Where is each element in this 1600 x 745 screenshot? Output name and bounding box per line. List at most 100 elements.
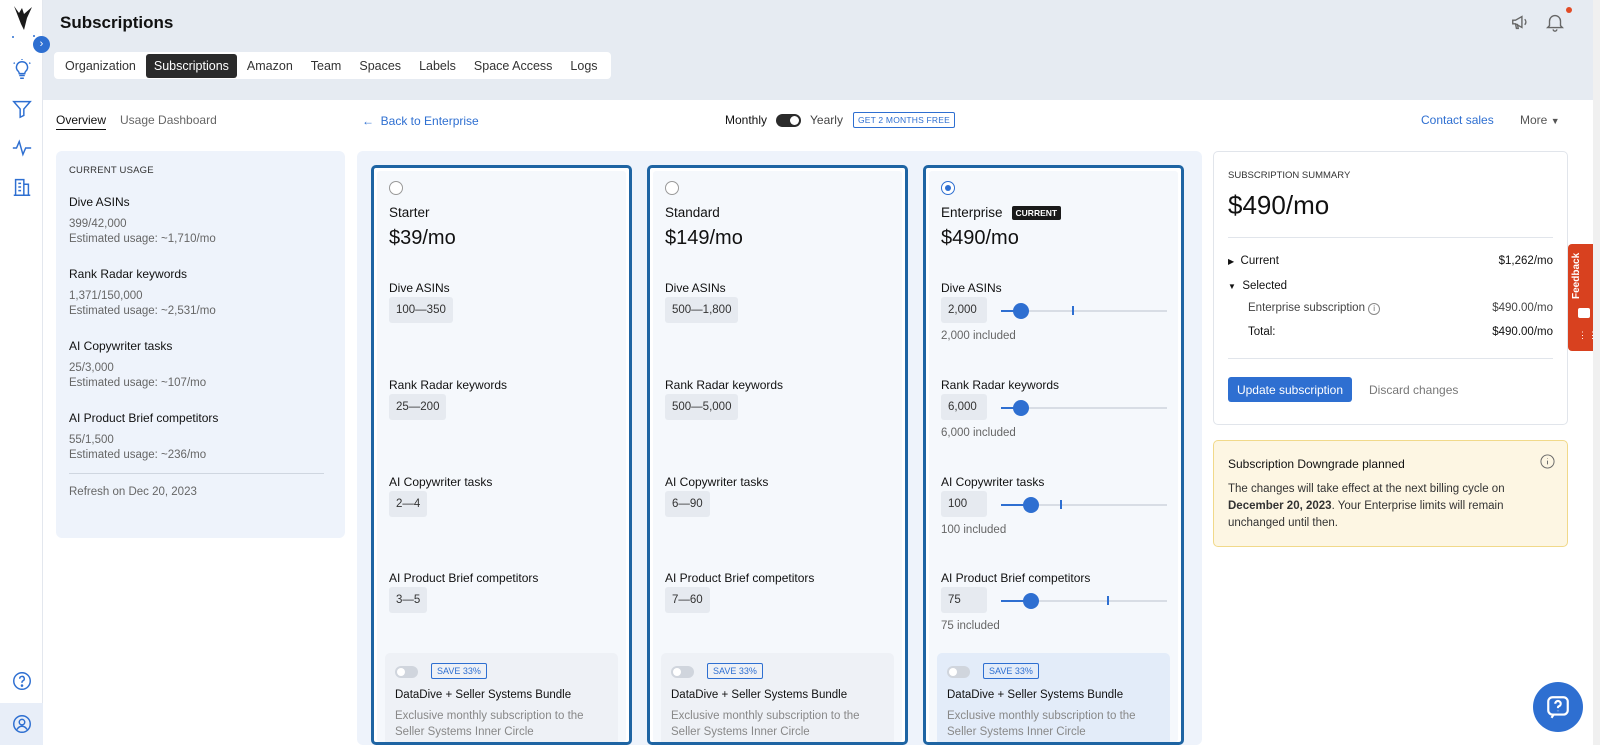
bundle-option: SAVE 33% DataDive + Seller Systems Bundl…	[661, 653, 894, 742]
billing-toggle[interactable]	[776, 113, 802, 127]
bundle-toggle[interactable]	[671, 666, 694, 678]
sub-tabs: Overview Usage Dashboard	[56, 113, 217, 130]
info-icon[interactable]	[1540, 454, 1555, 469]
user-icon	[11, 713, 33, 735]
bundle-option: SAVE 33% DataDive + Seller Systems Bundl…	[385, 653, 618, 742]
save-badge: SAVE 33%	[983, 663, 1039, 679]
page-title: Subscriptions	[60, 13, 174, 32]
downgrade-body: The changes will take effect at the next…	[1228, 481, 1548, 532]
bundle-title: DataDive + Seller Systems Bundle	[395, 689, 572, 701]
feature-value-input[interactable]: 75	[941, 587, 987, 613]
feature-value-input[interactable]: 6,000	[941, 394, 987, 420]
notification-dot	[1566, 7, 1572, 13]
dive-asins-slider[interactable]	[1001, 303, 1167, 319]
activity-icon[interactable]	[11, 137, 33, 159]
tab-organization[interactable]: Organization	[57, 54, 144, 78]
feature-label: Rank Radar keywords	[665, 378, 784, 392]
feature-range: 100—350	[389, 297, 453, 323]
tab-overview[interactable]: Overview	[56, 113, 107, 130]
plan-card-enterprise[interactable]: Enterprise CURRENT $490/mo Dive ASINs 2,0…	[923, 165, 1184, 745]
feature-label: AI Copywriter tasks	[941, 475, 1045, 489]
usage-divider	[69, 473, 324, 474]
megaphone-icon[interactable]	[1510, 11, 1532, 33]
enterprise-line-label: Enterprise subscription	[1248, 302, 1365, 314]
downgrade-title: Subscription Downgrade planned	[1228, 457, 1405, 471]
plan-radio-standard[interactable]	[665, 181, 679, 195]
slider-thumb[interactable]	[1012, 400, 1029, 416]
settings-tabs: Organization Subscriptions Amazon Team S…	[54, 52, 611, 79]
slider-thumb[interactable]	[1022, 497, 1039, 513]
enterprise-line: Enterprise subscription i	[1248, 302, 1381, 315]
feature-value-input[interactable]: 100	[941, 491, 987, 517]
current-row-toggle[interactable]: ▶ Current	[1228, 255, 1279, 267]
plan-name: Enterprise	[941, 205, 1003, 220]
feature-label: AI Copywriter tasks	[665, 475, 769, 489]
enterprise-line-value: $490.00/mo	[1492, 302, 1553, 314]
usage-item: AI Copywriter tasks 25/3,000 Estimated u…	[69, 339, 332, 389]
bell-icon[interactable]	[1544, 11, 1566, 33]
info-icon[interactable]: i	[1368, 303, 1381, 315]
summary-divider	[1228, 237, 1553, 238]
summary-total-big: $490/mo	[1228, 190, 1330, 220]
tab-spaces[interactable]: Spaces	[351, 54, 409, 78]
ai-product-brief-slider[interactable]	[1001, 593, 1167, 609]
page-scrollbar[interactable]	[1593, 0, 1600, 745]
billing-period-toggle: Monthly Yearly GET 2 MONTHS FREE	[725, 112, 955, 128]
caret-right-icon: ▶	[1228, 257, 1235, 266]
tab-labels[interactable]: Labels	[411, 54, 464, 78]
caret-down-icon: ▼	[1228, 282, 1236, 291]
help-chat-button[interactable]	[1533, 682, 1583, 732]
slider-thumb[interactable]	[1022, 593, 1039, 609]
usage-estimate: Estimated usage: ~107/mo	[69, 377, 207, 389]
plan-radio-enterprise[interactable]	[941, 181, 955, 195]
slider-thumb[interactable]	[1012, 303, 1029, 319]
back-to-enterprise-link[interactable]: ← Back to Enterprise	[362, 114, 479, 128]
update-subscription-button[interactable]: Update subscription	[1228, 377, 1352, 402]
feature-value-input[interactable]: 2,000	[941, 297, 987, 323]
subscription-summary: SUBSCRIPTION SUMMARY $490/mo ▶ Current $…	[1213, 151, 1568, 425]
tab-logs[interactable]: Logs	[562, 54, 605, 78]
slider-tick	[1072, 306, 1074, 315]
yearly-label: Yearly	[810, 113, 843, 127]
tab-subscriptions[interactable]: Subscriptions	[145, 53, 237, 78]
more-menu[interactable]: More ▼	[1520, 113, 1560, 127]
feature-range: 500—1,800	[665, 297, 739, 323]
selected-row-toggle[interactable]: ▼ Selected	[1228, 280, 1287, 292]
tab-team[interactable]: Team	[303, 54, 350, 78]
help-icon[interactable]	[11, 670, 33, 692]
plan-card-starter[interactable]: Starter $39/mo Dive ASINs 100—350 Rank R…	[371, 165, 632, 745]
free-months-badge: GET 2 MONTHS FREE	[852, 112, 955, 128]
bundle-toggle[interactable]	[947, 666, 970, 678]
lightbulb-icon[interactable]	[11, 59, 33, 81]
bundle-toggle[interactable]	[395, 666, 418, 678]
filter-icon[interactable]	[11, 98, 33, 120]
tab-usage-dashboard[interactable]: Usage Dashboard	[120, 113, 217, 130]
usage-title: Dive ASINs	[69, 195, 130, 209]
building-icon[interactable]	[11, 176, 33, 198]
expand-sidebar-icon[interactable]: ›	[33, 36, 50, 53]
usage-estimate: Estimated usage: ~236/mo	[69, 449, 207, 461]
bundle-title: DataDive + Seller Systems Bundle	[947, 689, 1124, 701]
plan-price: $490/mo	[941, 227, 1019, 249]
bundle-title: DataDive + Seller Systems Bundle	[671, 689, 848, 701]
profile-nav-item[interactable]	[0, 703, 43, 745]
tab-amazon[interactable]: Amazon	[239, 54, 301, 78]
contact-sales-link[interactable]: Contact sales	[1421, 113, 1494, 127]
datadive-logo-icon[interactable]	[8, 4, 38, 38]
discard-changes-button[interactable]: Discard changes	[1369, 383, 1458, 397]
left-rail: ›	[0, 0, 50, 745]
plan-radio-starter[interactable]	[389, 181, 403, 195]
chat-help-icon	[1547, 696, 1569, 719]
slider-tick	[1060, 500, 1062, 509]
rank-radar-slider[interactable]	[1001, 400, 1167, 416]
usage-value: 25/3,000	[69, 362, 114, 374]
save-badge: SAVE 33%	[707, 663, 763, 679]
bundle-option: SAVE 33% DataDive + Seller Systems Bundl…	[937, 653, 1170, 742]
ai-copywriter-slider[interactable]	[1001, 497, 1167, 513]
plan-card-standard[interactable]: Standard $149/mo Dive ASINs 500—1,800 Ra…	[647, 165, 908, 745]
usage-value: 1,371/150,000	[69, 290, 143, 302]
feature-label: Dive ASINs	[389, 281, 450, 295]
usage-title: Rank Radar keywords	[69, 267, 188, 281]
bundle-description: Exclusive monthly subscription to the Se…	[947, 710, 1136, 738]
tab-space-access[interactable]: Space Access	[466, 54, 561, 78]
